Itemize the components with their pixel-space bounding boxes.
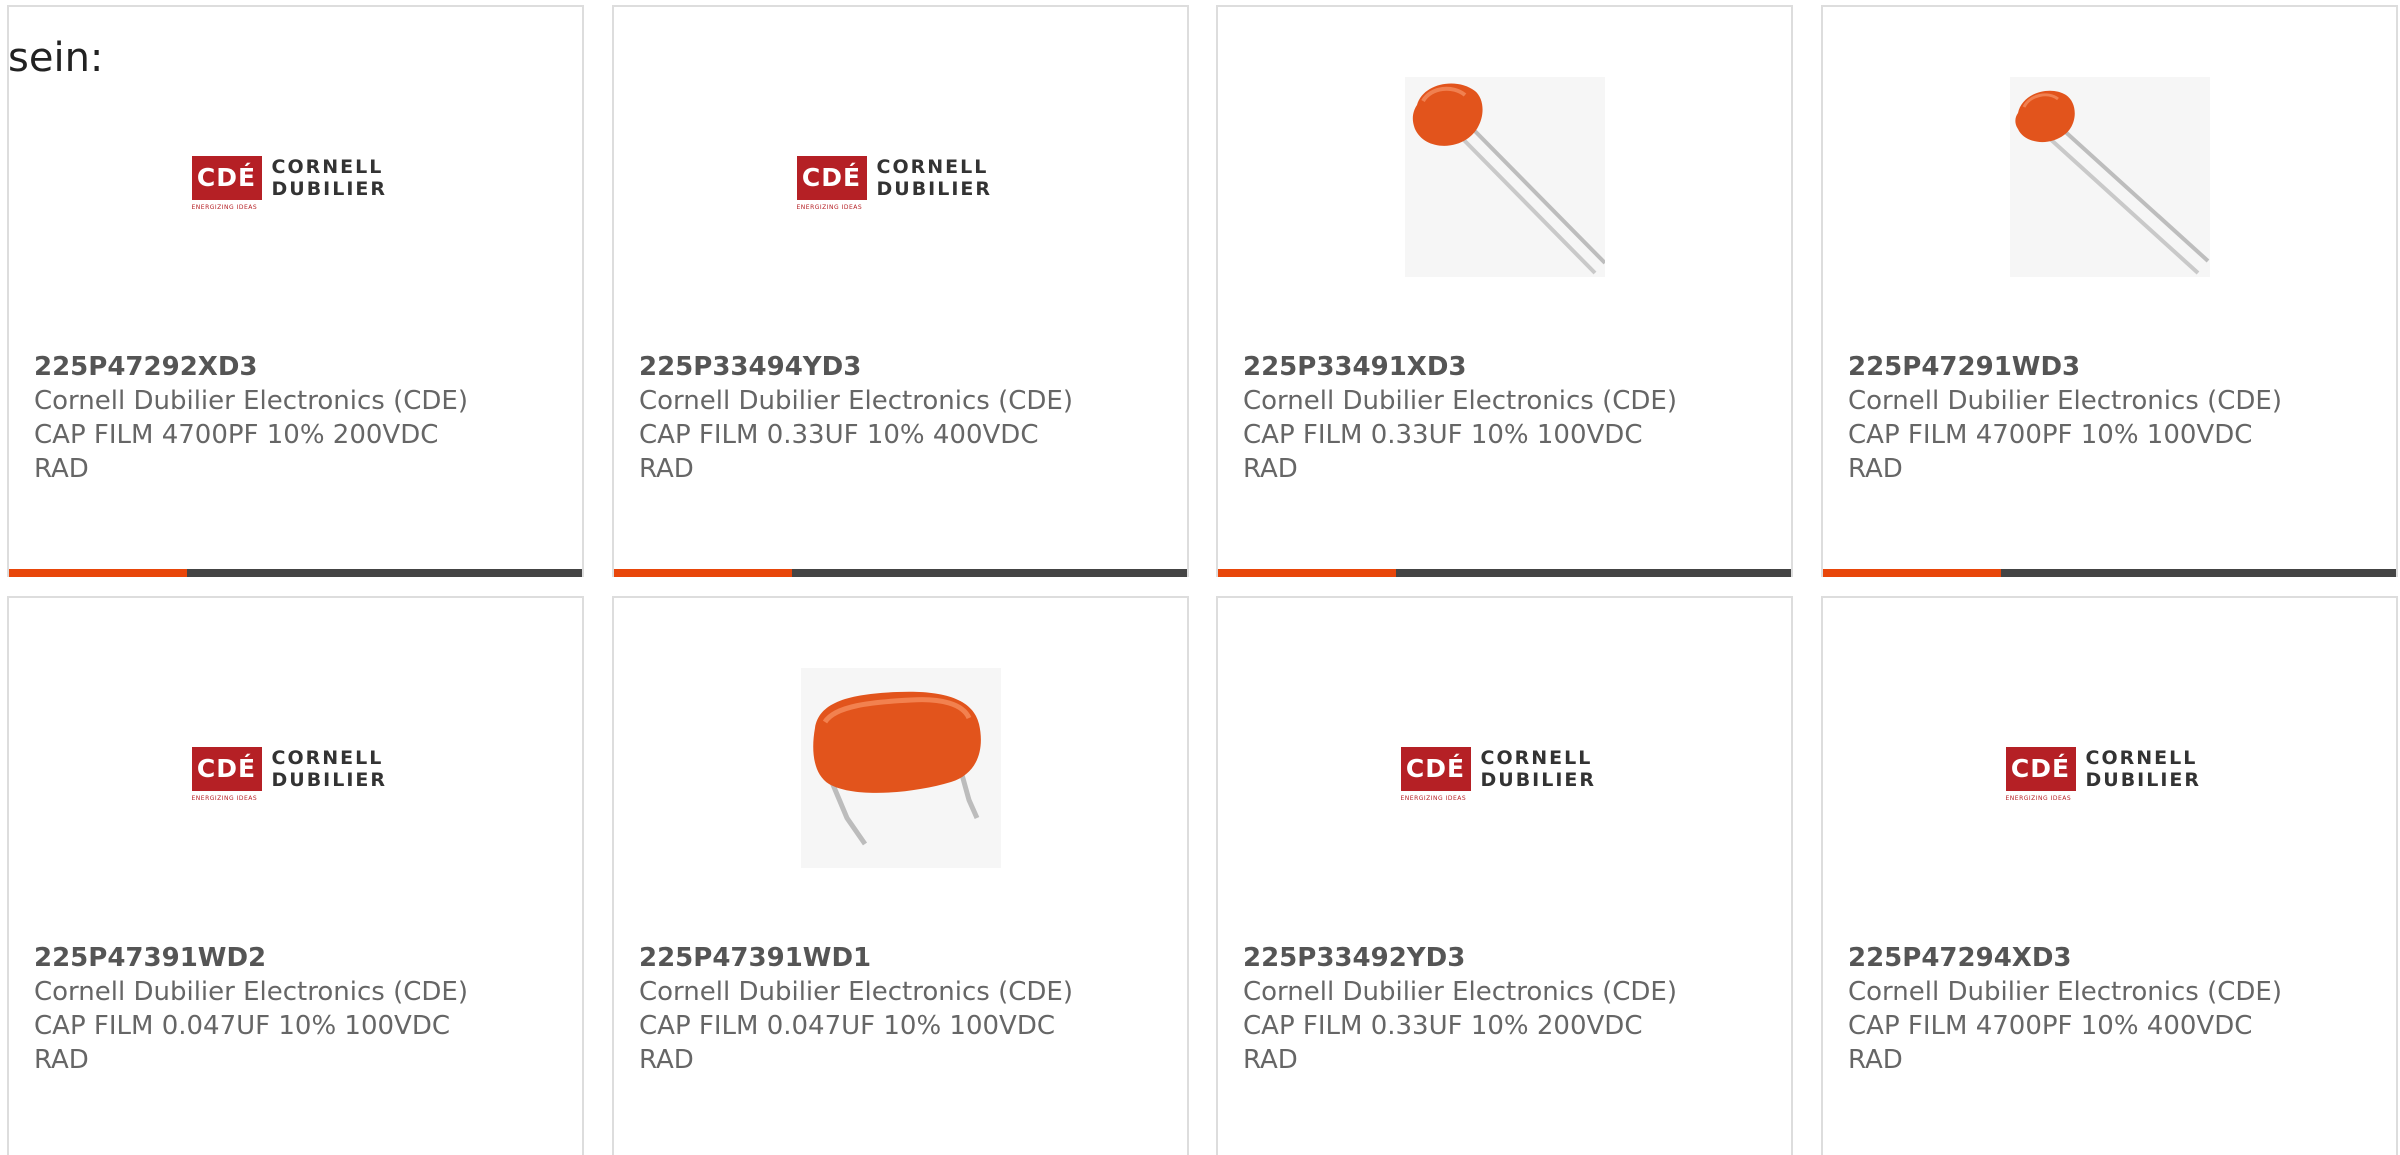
product-info: 225P47292XD3 Cornell Dubilier Electronic… — [34, 350, 554, 486]
manufacturer: Cornell Dubilier Electronics (CDE) — [639, 386, 1073, 416]
description: CAP FILM 0.047UF 10% 100VDC — [639, 1011, 1056, 1041]
logo-tagline: ENERGIZING IDEAS — [191, 204, 258, 211]
product-card[interactable]: CDÉ ENERGIZING IDEAS CORNELL DUBILIER 22… — [7, 596, 584, 1155]
cde-logo: CDÉ ENERGIZING IDEAS CORNELL DUBILIER — [191, 743, 400, 805]
product-image[interactable] — [614, 598, 1187, 938]
part-number-link[interactable]: 225P33492YD3 — [1243, 941, 1763, 975]
logo-box: CDÉ — [1400, 747, 1471, 791]
product-info: 225P47294XD3 Cornell Dubilier Electronic… — [1848, 941, 2368, 1077]
description-suffix: RAD — [639, 1045, 694, 1075]
logo-name: CORNELL DUBILIER — [271, 747, 388, 791]
product-image[interactable]: CDÉ ENERGIZING IDEAS CORNELL DUBILIER — [1218, 598, 1791, 938]
product-card[interactable]: CDÉ ENERGIZING IDEAS CORNELL DUBILIER 22… — [1821, 596, 2398, 1155]
card-accent-bar — [1823, 569, 2396, 577]
product-info: 225P33491XD3 Cornell Dubilier Electronic… — [1243, 350, 1763, 486]
logo-tagline: ENERGIZING IDEAS — [191, 795, 258, 802]
description-suffix: RAD — [1243, 454, 1298, 484]
description-suffix: RAD — [34, 1045, 89, 1075]
description: CAP FILM 0.047UF 10% 100VDC — [34, 1011, 451, 1041]
logo-name: CORNELL DUBILIER — [1480, 747, 1597, 791]
description: CAP FILM 0.33UF 10% 400VDC — [639, 420, 1039, 450]
product-image[interactable]: CDÉ ENERGIZING IDEAS CORNELL DUBILIER — [614, 7, 1187, 347]
description-suffix: RAD — [34, 454, 89, 484]
product-image[interactable] — [1823, 7, 2396, 347]
cde-logo: CDÉ ENERGIZING IDEAS CORNELL DUBILIER — [2005, 743, 2214, 805]
manufacturer: Cornell Dubilier Electronics (CDE) — [639, 977, 1073, 1007]
manufacturer: Cornell Dubilier Electronics (CDE) — [1243, 977, 1677, 1007]
part-number-link[interactable]: 225P47294XD3 — [1848, 941, 2368, 975]
cde-logo: CDÉ ENERGIZING IDEAS CORNELL DUBILIER — [191, 152, 400, 214]
intro-text: sein: — [8, 35, 104, 81]
product-grid-page: sein: CDÉ ENERGIZING IDEAS CORNELL DUBIL… — [0, 0, 2400, 1155]
card-accent-fill — [614, 569, 792, 577]
description: CAP FILM 0.33UF 10% 100VDC — [1243, 420, 1643, 450]
cde-logo: CDÉ ENERGIZING IDEAS CORNELL DUBILIER — [796, 152, 1005, 214]
part-number-link[interactable]: 225P47291WD3 — [1848, 350, 2368, 384]
logo-box: CDÉ — [191, 747, 262, 791]
product-card[interactable]: CDÉ ENERGIZING IDEAS CORNELL DUBILIER 22… — [1216, 596, 1793, 1155]
description-suffix: RAD — [1848, 1045, 1903, 1075]
card-accent-fill — [1218, 569, 1396, 577]
description-suffix: RAD — [1243, 1045, 1298, 1075]
card-accent-bar — [9, 569, 582, 577]
product-card[interactable]: 225P47391WD1 Cornell Dubilier Electronic… — [612, 596, 1189, 1155]
manufacturer: Cornell Dubilier Electronics (CDE) — [34, 977, 468, 1007]
logo-box: CDÉ — [191, 156, 262, 200]
product-card[interactable]: CDÉ ENERGIZING IDEAS CORNELL DUBILIER 22… — [612, 5, 1189, 577]
logo-tagline: ENERGIZING IDEAS — [2005, 795, 2072, 802]
logo-box: CDÉ — [2005, 747, 2076, 791]
card-accent-bar — [1218, 569, 1791, 577]
card-accent-fill — [9, 569, 187, 577]
description: CAP FILM 4700PF 10% 200VDC — [34, 420, 439, 450]
manufacturer: Cornell Dubilier Electronics (CDE) — [1243, 386, 1677, 416]
capacitor-dipped-photo — [1404, 77, 1605, 277]
description-suffix: RAD — [1848, 454, 1903, 484]
product-grid: CDÉ ENERGIZING IDEAS CORNELL DUBILIER 22… — [7, 5, 2400, 1155]
logo-tagline: ENERGIZING IDEAS — [796, 204, 863, 211]
card-accent-fill — [1823, 569, 2001, 577]
product-info: 225P33494YD3 Cornell Dubilier Electronic… — [639, 350, 1159, 486]
product-image[interactable]: CDÉ ENERGIZING IDEAS CORNELL DUBILIER — [1823, 598, 2396, 938]
description: CAP FILM 4700PF 10% 100VDC — [1848, 420, 2253, 450]
logo-tagline: ENERGIZING IDEAS — [1400, 795, 1467, 802]
product-info: 225P47291WD3 Cornell Dubilier Electronic… — [1848, 350, 2368, 486]
description-suffix: RAD — [639, 454, 694, 484]
part-number-link[interactable]: 225P47391WD2 — [34, 941, 554, 975]
part-number-link[interactable]: 225P33491XD3 — [1243, 350, 1763, 384]
description: CAP FILM 0.33UF 10% 200VDC — [1243, 1011, 1643, 1041]
card-accent-bar — [614, 569, 1187, 577]
product-card[interactable]: 225P33491XD3 Cornell Dubilier Electronic… — [1216, 5, 1793, 577]
cde-logo: CDÉ ENERGIZING IDEAS CORNELL DUBILIER — [1400, 743, 1609, 805]
logo-name: CORNELL DUBILIER — [2085, 747, 2202, 791]
manufacturer: Cornell Dubilier Electronics (CDE) — [1848, 977, 2282, 1007]
product-card[interactable]: 225P47291WD3 Cornell Dubilier Electronic… — [1821, 5, 2398, 577]
capacitor-box-photo — [800, 668, 1001, 868]
product-card[interactable]: CDÉ ENERGIZING IDEAS CORNELL DUBILIER 22… — [7, 5, 584, 577]
description: CAP FILM 4700PF 10% 400VDC — [1848, 1011, 2253, 1041]
logo-name: CORNELL DUBILIER — [271, 156, 388, 200]
capacitor-dipped-photo — [2009, 77, 2210, 277]
part-number-link[interactable]: 225P33494YD3 — [639, 350, 1159, 384]
product-info: 225P33492YD3 Cornell Dubilier Electronic… — [1243, 941, 1763, 1077]
manufacturer: Cornell Dubilier Electronics (CDE) — [34, 386, 468, 416]
logo-box: CDÉ — [796, 156, 867, 200]
part-number-link[interactable]: 225P47292XD3 — [34, 350, 554, 384]
part-number-link[interactable]: 225P47391WD1 — [639, 941, 1159, 975]
product-info: 225P47391WD2 Cornell Dubilier Electronic… — [34, 941, 554, 1077]
logo-name: CORNELL DUBILIER — [876, 156, 993, 200]
manufacturer: Cornell Dubilier Electronics (CDE) — [1848, 386, 2282, 416]
product-info: 225P47391WD1 Cornell Dubilier Electronic… — [639, 941, 1159, 1077]
product-image[interactable] — [1218, 7, 1791, 347]
product-image[interactable]: CDÉ ENERGIZING IDEAS CORNELL DUBILIER — [9, 598, 582, 938]
